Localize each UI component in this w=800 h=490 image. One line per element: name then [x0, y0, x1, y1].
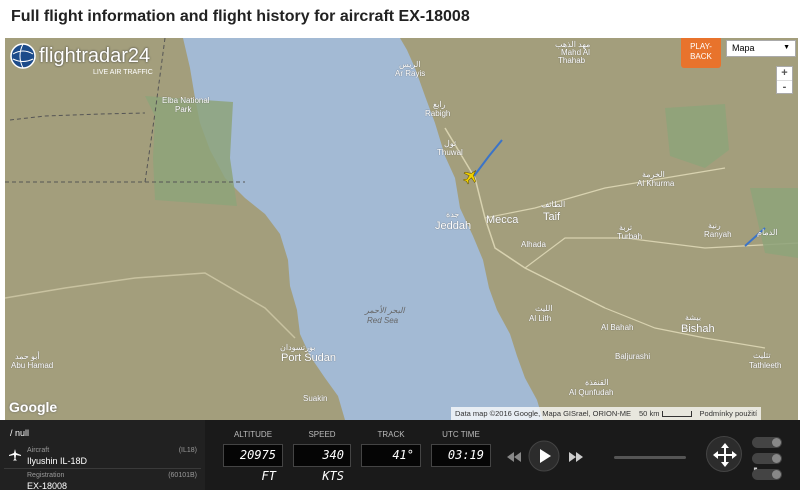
- map-canvas[interactable]: [5, 38, 798, 420]
- terms-link[interactable]: Podmínky použití: [700, 409, 758, 418]
- map-label: Abu Hamad: [11, 361, 54, 370]
- map-label: Bishah: [681, 323, 715, 335]
- crosshair-icon: [713, 443, 737, 467]
- map-label: الطائف: [541, 200, 566, 209]
- map-label: Thahab: [558, 56, 586, 65]
- playback-button[interactable]: PLAY- BACK: [681, 38, 721, 68]
- map-label: جدة: [446, 210, 460, 219]
- map-label: Park: [175, 105, 192, 114]
- utc-time-gauge: UTC TIME 03:19: [431, 430, 491, 467]
- speed-value: 340 KTS: [293, 444, 351, 483]
- playback-label-1: PLAY-: [690, 42, 712, 51]
- play-icon[interactable]: [528, 440, 560, 472]
- map-label: رنية: [708, 221, 721, 230]
- scale-label: 50 km: [639, 409, 692, 418]
- map-label: تثليث: [753, 351, 771, 360]
- map-label: أبو حمد: [15, 352, 40, 361]
- aircraft-code: (IL18): [178, 447, 197, 454]
- zoom-in-button[interactable]: +: [777, 67, 792, 80]
- utc-time-label: UTC TIME: [442, 430, 480, 439]
- map-label: الخرمة: [642, 170, 665, 179]
- map-label: الدمام: [757, 228, 778, 237]
- chart-toggle[interactable]: [752, 469, 782, 480]
- map-label: الريس: [399, 60, 421, 69]
- logo-tagline: LIVE AIR TRAFFIC: [93, 69, 153, 76]
- page-header: Full flight information and flight histo…: [0, 0, 800, 38]
- registration-code: (60101B): [168, 472, 197, 479]
- track-gauge: TRACK 41°: [361, 430, 421, 467]
- plane-icon: [9, 449, 21, 461]
- page: Full flight information and flight histo…: [0, 0, 800, 490]
- map-label: Ranyah: [704, 230, 732, 239]
- map-label: Al Qunfudah: [569, 388, 614, 397]
- night-mode-toggle[interactable]: [752, 437, 782, 448]
- altitude-gauge: ALTITUDE 20975 FT: [223, 430, 283, 483]
- page-title: Full flight information and flight histo…: [11, 8, 470, 25]
- map-label: Baljurashi: [615, 352, 651, 361]
- map-label: Suakin: [303, 394, 328, 403]
- map-label-port-sudan: Port Sudan: [281, 352, 337, 364]
- rewind-icon[interactable]: [506, 451, 522, 463]
- logo-brand: flightradar24: [39, 45, 151, 67]
- map-label: تربة: [619, 223, 633, 232]
- attribution-text: Data map ©2016 Google, Mapa GISrael, ORI…: [455, 409, 632, 418]
- route-label: / null: [10, 428, 30, 438]
- map-label: بورتسودان: [280, 343, 316, 352]
- labels-toggle[interactable]: [752, 453, 782, 464]
- utc-time-value: 03:19: [431, 444, 491, 467]
- zoom-out-button[interactable]: -: [777, 80, 792, 93]
- fast-forward-icon[interactable]: [568, 451, 584, 463]
- center-map-button[interactable]: [706, 436, 742, 472]
- globe-icon: [10, 43, 36, 69]
- map-label: Turbah: [617, 232, 643, 241]
- track-label: TRACK: [377, 430, 405, 439]
- map-label: Alhada: [521, 240, 546, 249]
- map-type-value: Mapa: [732, 43, 755, 53]
- altitude-label: ALTITUDE: [233, 430, 273, 439]
- map-label: بيشة: [685, 313, 702, 322]
- flight-panel: / null Aircraft (IL18) Ilyushin IL-18D R…: [0, 420, 800, 490]
- divider: [4, 468, 201, 469]
- map-label-mecca: Mecca: [486, 214, 519, 226]
- map-label: Tathleeth: [749, 361, 782, 370]
- aircraft-value: Ilyushin IL-18D: [27, 456, 88, 466]
- map-label-sea: البحر الأحمر: [365, 306, 405, 315]
- map-type-select[interactable]: Mapa ▼: [726, 40, 796, 57]
- map-label: القنفذة: [585, 378, 609, 387]
- map-label: Thuwal: [437, 148, 463, 157]
- altitude-value: 20975 FT: [223, 444, 283, 483]
- speed-gauge: SPEED 340 KTS: [293, 430, 351, 483]
- map-label: Ar Rayis: [395, 69, 426, 78]
- registration-value: EX-18008: [27, 481, 68, 490]
- map-label: Al Bahah: [601, 323, 634, 332]
- flightradar-logo: flightradar24 LIVE AIR TRAFFIC: [9, 42, 153, 76]
- zoom-control[interactable]: + -: [776, 66, 793, 94]
- map-label: رابغ: [433, 100, 446, 109]
- playback-label-2: BACK: [690, 52, 712, 61]
- aircraft-info: / null Aircraft (IL18) Ilyushin IL-18D R…: [0, 420, 205, 490]
- aircraft-label: Aircraft: [27, 447, 50, 454]
- map-label-jeddah: Jeddah: [435, 220, 472, 232]
- speed-label: SPEED: [308, 430, 336, 439]
- chevron-down-icon: ▼: [783, 44, 790, 51]
- map-label: Elba National: [162, 96, 210, 105]
- google-logo: Google: [9, 399, 58, 415]
- map-label: الليث: [535, 304, 553, 313]
- map-view[interactable]: flightradar24 LIVE AIR TRAFFIC PLAY- BAC…: [5, 38, 798, 420]
- map-label: Rabigh: [425, 109, 451, 118]
- map-label-taif: Taif: [543, 211, 561, 223]
- map-label: ثول: [444, 139, 457, 148]
- scale-bar: [661, 411, 692, 418]
- track-value: 41°: [361, 444, 421, 467]
- registration-label: Registration: [27, 472, 65, 479]
- map-attribution: Data map ©2016 Google, Mapa GISrael, ORI…: [451, 407, 762, 420]
- map-label: Al Lith: [529, 314, 552, 323]
- map-label-sea: Red Sea: [367, 316, 399, 325]
- playback-slider[interactable]: [614, 456, 686, 459]
- map-label: Al Khurma: [637, 179, 675, 188]
